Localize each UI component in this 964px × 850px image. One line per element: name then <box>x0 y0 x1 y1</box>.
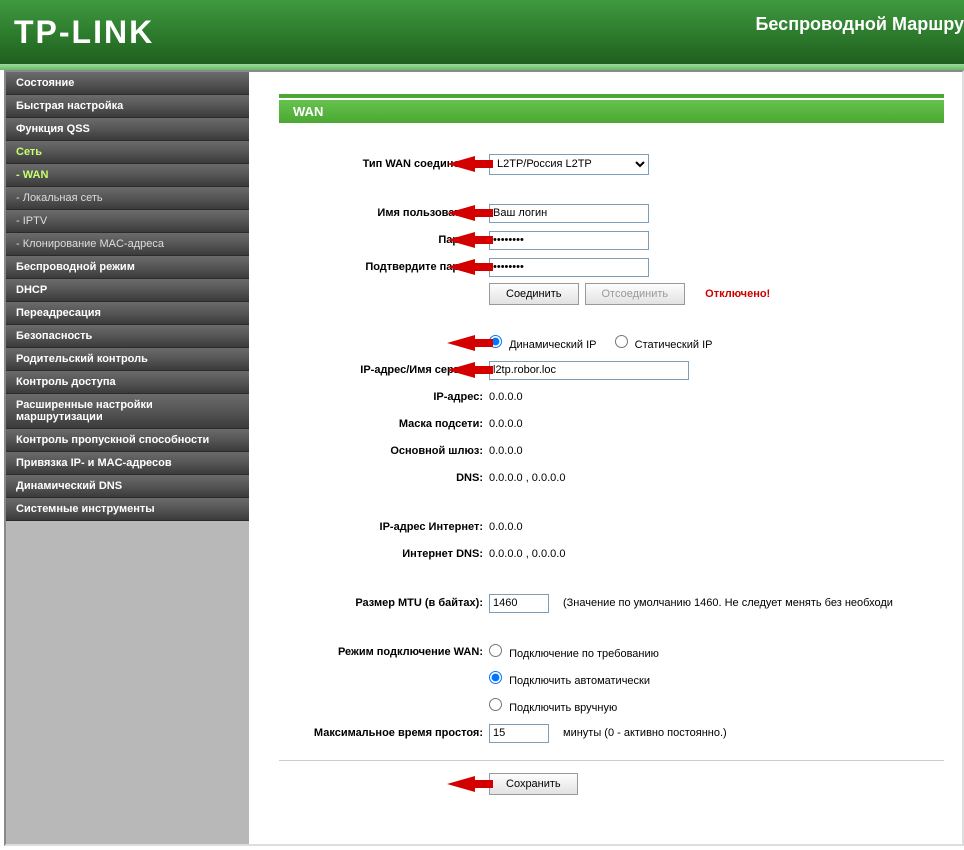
label-mask: Маска подсети: <box>279 418 489 430</box>
mtu-input[interactable] <box>489 594 549 613</box>
label-inet-ip: IP-адрес Интернет: <box>279 521 489 533</box>
sidebar-item-14[interactable]: Расширенные настройки маршрутизации <box>6 394 249 429</box>
separator <box>279 760 944 761</box>
sidebar-item-11[interactable]: Безопасность <box>6 325 249 348</box>
radio-static-ip[interactable]: Статический IP <box>615 335 713 351</box>
server-input[interactable] <box>489 361 689 380</box>
sidebar-item-8[interactable]: Беспроводной режим <box>6 256 249 279</box>
value-dns: 0.0.0.0 , 0.0.0.0 <box>489 472 565 484</box>
radio-wan-manual[interactable]: Подключить вручную <box>489 698 617 714</box>
panel-title: WAN <box>279 100 944 123</box>
label-dns: DNS: <box>279 472 489 484</box>
label-idle: Максимальное время простоя: <box>279 727 489 739</box>
radio-dynamic-ip[interactable]: Динамический IP <box>489 335 596 351</box>
sidebar-item-6[interactable]: - IPTV <box>6 210 249 233</box>
value-ip: 0.0.0.0 <box>489 391 523 403</box>
sidebar-item-13[interactable]: Контроль доступа <box>6 371 249 394</box>
password-input[interactable] <box>489 231 649 250</box>
label-ip: IP-адрес: <box>279 391 489 403</box>
disconnect-button[interactable]: Отсоединить <box>585 283 686 305</box>
header-title: Беспроводной Маршру <box>755 14 964 35</box>
connect-button[interactable]: Соединить <box>489 283 579 305</box>
annotation-arrow <box>447 773 493 795</box>
sidebar-item-12[interactable]: Родительский контроль <box>6 348 249 371</box>
wan-type-select[interactable]: L2TP/Россия L2TP <box>489 154 649 175</box>
content-panel: WAN Тип WAN соединения: L2TP/Россия L2TP… <box>249 72 962 844</box>
mtu-hint: (Значение по умолчанию 1460. Не следует … <box>563 597 893 609</box>
sidebar-item-16[interactable]: Привязка IP- и MAC-адресов <box>6 452 249 475</box>
label-wan-type: Тип WAN соединения: <box>279 158 489 170</box>
sidebar: СостояниеБыстрая настройкаФункция QSSСет… <box>6 72 249 844</box>
header-bar: TP-LINK Беспроводной Маршру <box>0 0 964 64</box>
panel-title-accent <box>279 94 944 98</box>
idle-input[interactable] <box>489 724 549 743</box>
sidebar-item-5[interactable]: - Локальная сеть <box>6 187 249 210</box>
label-username: Имя пользователя: <box>279 207 489 219</box>
sidebar-item-0[interactable]: Состояние <box>6 72 249 95</box>
value-inet-dns: 0.0.0.0 , 0.0.0.0 <box>489 548 565 560</box>
sidebar-item-15[interactable]: Контроль пропускной способности <box>6 429 249 452</box>
sidebar-item-4[interactable]: - WAN <box>6 164 249 187</box>
value-inet-ip: 0.0.0.0 <box>489 521 523 533</box>
connection-status: Отключено! <box>705 288 770 300</box>
sidebar-item-1[interactable]: Быстрая настройка <box>6 95 249 118</box>
radio-wan-demand[interactable]: Подключение по требованию <box>489 644 659 660</box>
sidebar-item-7[interactable]: - Клонирование MAC-адреса <box>6 233 249 256</box>
main-layout: СостояниеБыстрая настройкаФункция QSSСет… <box>4 70 964 846</box>
username-input[interactable] <box>489 204 649 223</box>
sidebar-item-18[interactable]: Системные инструменты <box>6 498 249 521</box>
sidebar-fill <box>6 521 249 844</box>
label-wan-mode: Режим подключение WAN: <box>279 646 489 658</box>
confirm-password-input[interactable] <box>489 258 649 277</box>
value-mask: 0.0.0.0 <box>489 418 523 430</box>
label-confirm-password: Подтвердите пароль: <box>279 261 489 273</box>
label-inet-dns: Интернет DNS: <box>279 548 489 560</box>
label-mtu: Размер MTU (в байтах): <box>279 597 489 609</box>
label-server: IP-адрес/Имя сервера: <box>279 364 489 376</box>
label-gateway: Основной шлюз: <box>279 445 489 457</box>
idle-hint: минуты (0 - активно постоянно.) <box>563 727 727 739</box>
sidebar-item-3[interactable]: Сеть <box>6 141 249 164</box>
sidebar-item-17[interactable]: Динамический DNS <box>6 475 249 498</box>
label-password: Пароль: <box>279 234 489 246</box>
annotation-arrow <box>447 332 493 354</box>
sidebar-item-2[interactable]: Функция QSS <box>6 118 249 141</box>
value-gateway: 0.0.0.0 <box>489 445 523 457</box>
logo: TP-LINK <box>14 14 154 51</box>
sidebar-item-10[interactable]: Переадресация <box>6 302 249 325</box>
save-button[interactable]: Сохранить <box>489 773 578 795</box>
radio-wan-auto[interactable]: Подключить автоматически <box>489 671 650 687</box>
sidebar-item-9[interactable]: DHCP <box>6 279 249 302</box>
